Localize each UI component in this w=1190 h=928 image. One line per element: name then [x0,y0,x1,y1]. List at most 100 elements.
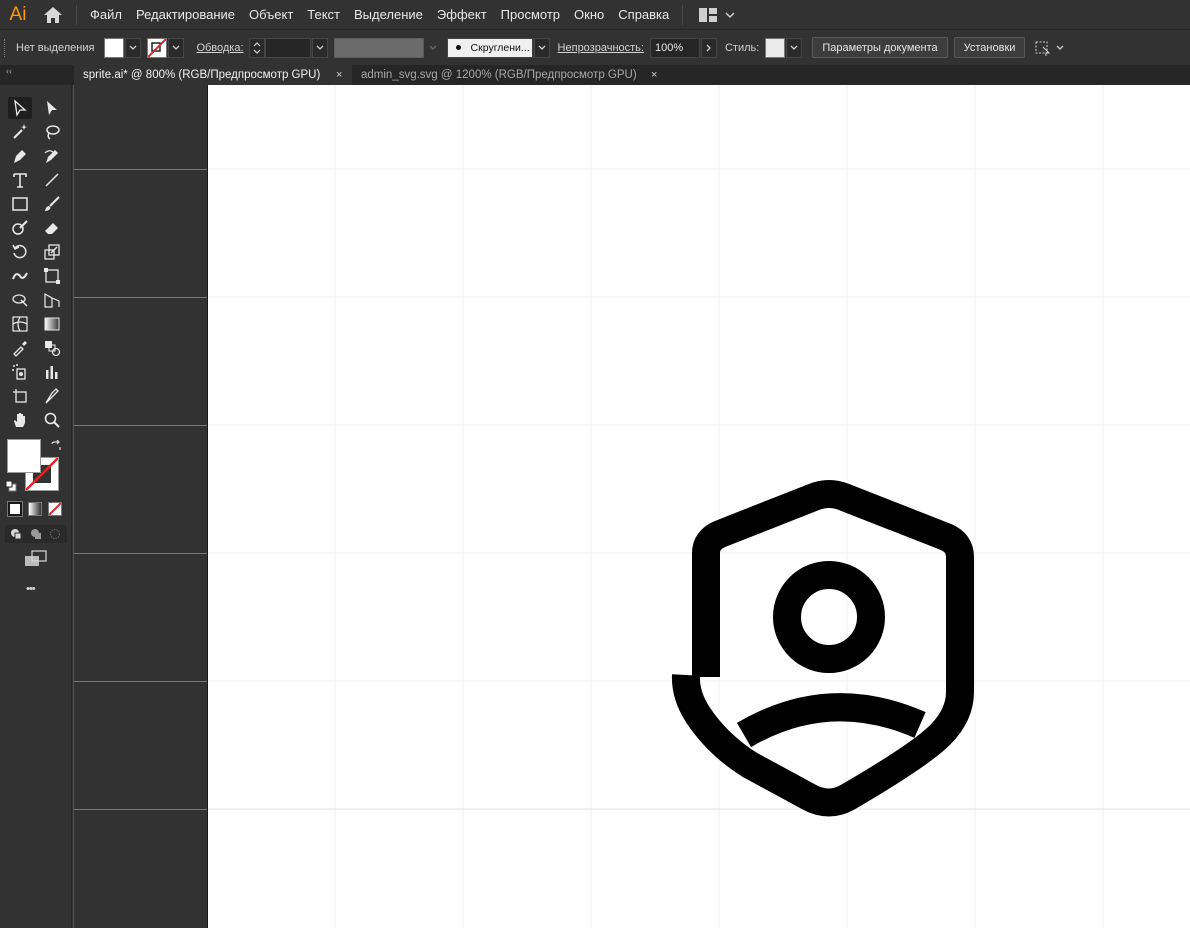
shield-user-icon[interactable] [208,85,1190,928]
shape-builder-tool[interactable] [8,289,32,311]
edit-toolbar-button[interactable]: ••• [26,583,36,595]
document-tabs: sprite.ai* @ 800% (RGB/Предпросмотр GPU)… [0,65,1190,85]
chevron-right-icon [706,44,711,51]
chevron-down-icon [129,45,137,50]
lasso-tool[interactable] [40,121,64,143]
draw-normal-icon[interactable] [9,527,23,541]
slice-tool[interactable] [40,385,64,407]
menu-effect[interactable]: Эффект [430,0,494,29]
fill-swatch[interactable] [104,37,125,58]
stroke-weight-stepper[interactable] [248,37,265,58]
type-tool[interactable] [8,169,32,191]
arrange-options[interactable] [1033,39,1065,57]
menu-object[interactable]: Объект [242,0,300,29]
chevron-down-icon [172,45,180,50]
brush-dot-icon [455,45,461,50]
stroke-swatch[interactable] [147,37,168,58]
paintbrush-tool[interactable] [40,193,64,215]
direct-selection-tool[interactable] [40,97,64,119]
brush-name: Скруглени... [470,41,530,54]
draw-behind-icon[interactable] [29,527,43,541]
transform-icon [1035,41,1051,56]
menu-window[interactable]: Окно [567,0,611,29]
free-transform-tool[interactable] [40,265,64,287]
brush-definition[interactable]: Скруглени... [446,37,533,58]
swap-colors-icon[interactable] [50,440,62,452]
screen-mode-icon[interactable] [24,550,48,568]
tab-admin-svg[interactable]: admin_svg.svg @ 1200% (RGB/Предпросмотр … [352,65,662,85]
menu-select[interactable]: Выделение [347,0,430,29]
curvature-tool[interactable] [40,145,64,167]
stroke-dropdown[interactable] [168,37,185,58]
gradient-mode-button[interactable] [28,502,42,516]
style-swatch[interactable] [765,37,786,58]
variable-width-dropdown[interactable] [424,37,441,58]
menu-separator [76,4,77,25]
panel-grip[interactable] [4,38,8,57]
selection-status: Нет выделения [16,41,95,54]
rotate-tool[interactable] [8,241,32,263]
stroke-label[interactable]: Обводка: [196,42,243,54]
menu-view[interactable]: Просмотр [494,0,567,29]
opacity-label[interactable]: Непрозрачность: [558,42,644,54]
opacity-value: 100% [654,41,684,54]
fill-color-swatch[interactable] [7,439,41,473]
variable-width-profile[interactable] [333,37,424,58]
fill-dropdown[interactable] [125,37,142,58]
pasteboard-gridline [74,681,208,682]
pasteboard-gridline [74,553,208,554]
tab-close-icon[interactable]: × [336,65,342,85]
blend-tool[interactable] [40,337,64,359]
shaper-tool[interactable] [8,217,32,239]
collapse-panel-icon[interactable]: ‹‹ [6,66,12,76]
gradient-tool[interactable] [40,313,64,335]
preferences-button[interactable]: Установки [953,37,1026,58]
stroke-weight-input[interactable] [264,37,311,58]
column-graph-tool[interactable] [40,361,64,383]
opacity-expand[interactable] [700,37,717,58]
home-icon[interactable] [36,0,70,29]
mesh-tool[interactable] [8,313,32,335]
symbol-sprayer-tool[interactable] [8,361,32,383]
workspace-switcher[interactable] [699,7,737,22]
brush-dropdown[interactable] [533,37,550,58]
hand-tool[interactable] [8,409,32,431]
menu-bar: Ai Файл Редактирование Объект Текст Выде… [0,0,1190,29]
eraser-tool[interactable] [40,217,64,239]
app-logo: Ai [9,3,27,25]
default-colors-icon[interactable] [5,480,17,492]
tab-sprite[interactable]: sprite.ai* @ 800% (RGB/Предпросмотр GPU) [74,65,352,85]
menu-separator [682,4,684,25]
draw-inside-icon[interactable] [48,527,62,541]
magic-wand-tool[interactable] [8,121,32,143]
menu-edit[interactable]: Редактирование [129,0,242,29]
perspective-grid-tool[interactable] [40,289,64,311]
zoom-tool[interactable] [40,409,64,431]
workspace-layout-icon [699,7,718,22]
menu-file[interactable]: Файл [83,0,129,29]
selection-tool[interactable] [8,97,32,119]
opacity-input[interactable]: 100% [649,37,700,58]
style-dropdown[interactable] [786,37,803,58]
eyedropper-tool[interactable] [8,337,32,359]
warp-tool[interactable] [8,265,32,287]
tab-close-icon[interactable]: × [651,65,657,85]
none-mode-button[interactable] [48,502,62,516]
document-setup-button[interactable]: Параметры документа [812,37,948,58]
stroke-weight-dropdown[interactable] [311,37,328,58]
menu-type[interactable]: Текст [300,0,347,29]
color-mode-button[interactable] [7,501,23,517]
chevron-down-icon [725,11,735,18]
pasteboard-gridline [74,297,208,298]
line-segment-tool[interactable] [40,169,64,191]
rectangle-tool[interactable] [8,193,32,215]
menu-help[interactable]: Справка [611,0,676,29]
pen-tool[interactable] [8,145,32,167]
pasteboard-gridline [74,809,208,810]
pasteboard[interactable] [73,85,208,928]
no-stroke-icon [148,38,167,57]
artboard[interactable] [207,85,1190,928]
scale-tool[interactable] [40,241,64,263]
pasteboard-gridline [74,169,208,170]
artboard-tool[interactable] [8,385,32,407]
